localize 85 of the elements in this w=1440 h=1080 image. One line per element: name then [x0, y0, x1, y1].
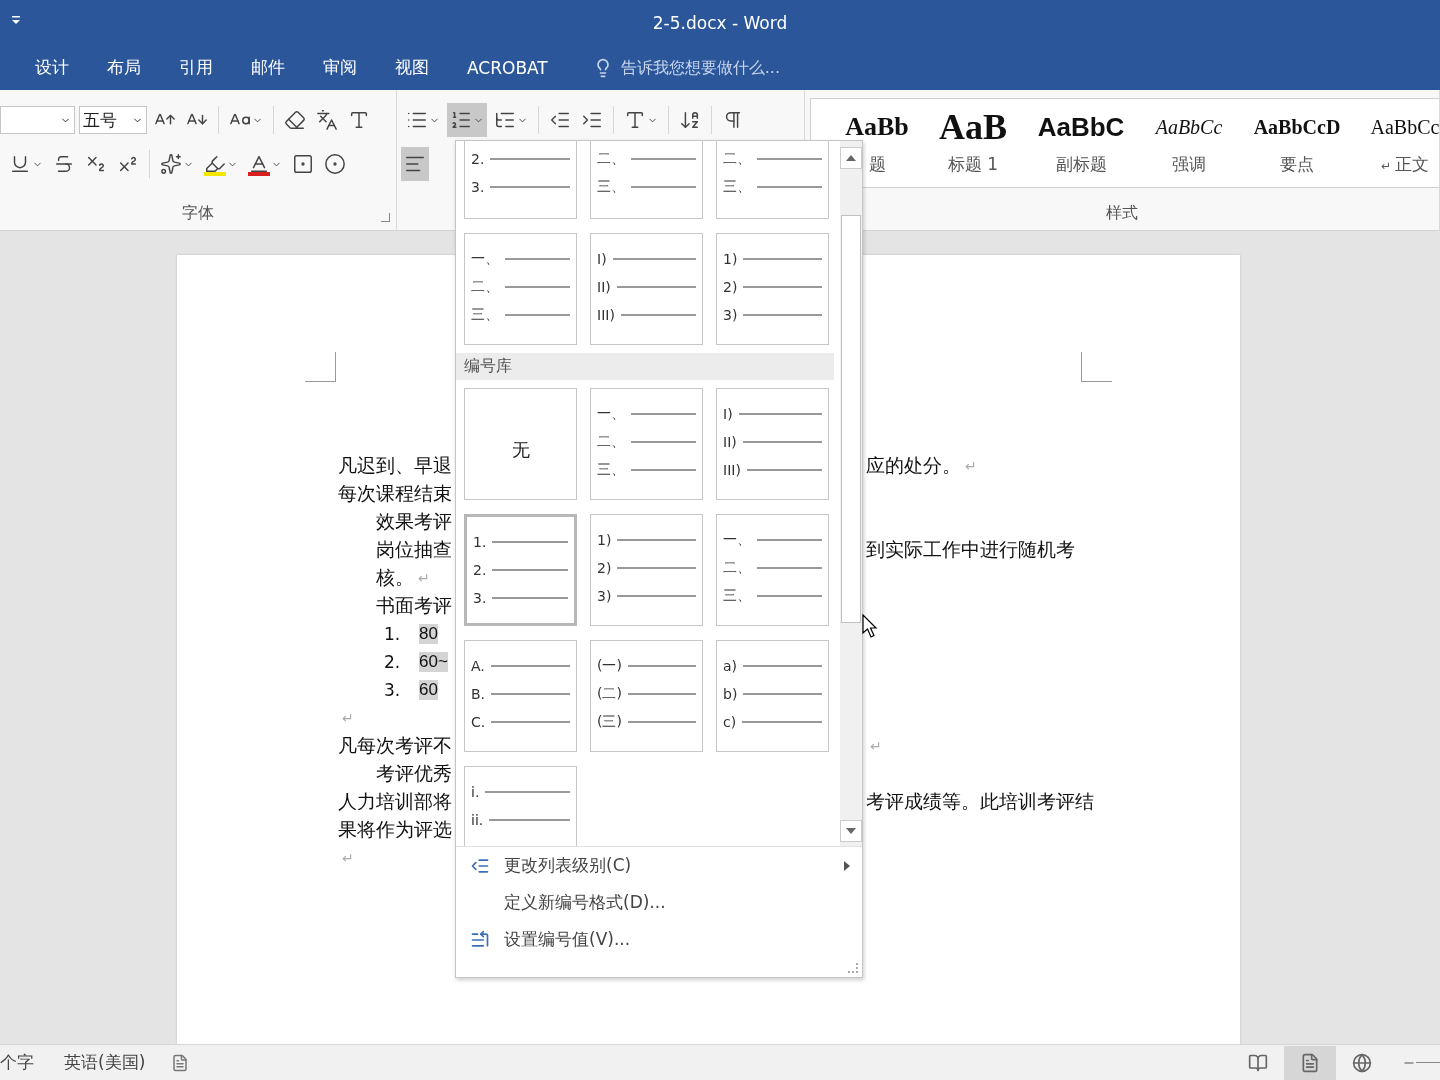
document-text: 考评成绩等。此培训考评结	[866, 790, 1094, 814]
ribbon-tab[interactable]: ACROBAT	[448, 51, 567, 84]
sort-icon	[679, 109, 701, 131]
numbering-format-option[interactable]: i. ii.	[464, 766, 577, 846]
ribbon-tab[interactable]: 设计	[16, 50, 88, 85]
list-number: 2.	[384, 652, 402, 672]
document-text: 60	[419, 680, 438, 700]
phonetic-guide-icon	[316, 109, 338, 131]
resize-grip-icon[interactable]	[848, 963, 858, 973]
window-title: 2-5.docx - Word	[652, 12, 788, 33]
numbering-format-option[interactable]: 一、 二、 三、	[716, 514, 829, 626]
document-text: 每次课程结束	[338, 482, 452, 506]
underline-icon	[9, 153, 31, 175]
document-text: 书面考评	[376, 594, 452, 618]
document-text: 果将作为评选	[338, 818, 452, 842]
numbering-format-option[interactable]: 1) 2) 3)	[590, 514, 703, 626]
document-icon	[1300, 1052, 1320, 1073]
menu-item[interactable]: 定义新编号格式(D)...	[456, 884, 862, 921]
numbering-format-option[interactable]: 一、 二、 三、	[464, 233, 577, 345]
status-text: 个字	[0, 1051, 35, 1074]
font-size-field[interactable]: 五号	[79, 106, 147, 134]
strikethrough-icon	[53, 153, 75, 175]
paragraph-mark: ↵	[342, 850, 354, 866]
scroll-down-icon[interactable]	[840, 820, 862, 842]
numbered-list-button[interactable]	[447, 103, 487, 137]
group-title: 样式	[1106, 203, 1138, 224]
numbering-format-option[interactable]: 一、 二、 三、	[590, 388, 703, 500]
numbering-format-option[interactable]: A. B. C.	[464, 640, 577, 752]
document-text: 考评优秀	[376, 762, 452, 786]
document-text: 凡每次考评不	[338, 734, 452, 758]
tell-me-field[interactable]: 告诉我您想要做什么...	[618, 57, 813, 78]
style-option[interactable]: AaBbC 副标题	[1027, 99, 1135, 187]
numbering-format-option[interactable]: 1) 2) 3)	[716, 233, 829, 345]
document-text: 到实际工作中进行随机考	[866, 538, 1075, 562]
eraser-icon	[284, 109, 306, 131]
ribbon-tab[interactable]: 审阅	[304, 50, 376, 85]
numbering-format-option[interactable]: 2. 3.	[464, 141, 577, 219]
document-text: 80	[419, 624, 438, 644]
numbering-format-option[interactable]: I) II) III)	[716, 388, 829, 500]
numbering-format-option[interactable]: I) II) III)	[590, 233, 703, 345]
font-name-field[interactable]	[0, 106, 75, 134]
numbering-format-option[interactable]: (一) (二) (三)	[590, 640, 703, 752]
print-view-button[interactable]	[1284, 1045, 1336, 1080]
menu-item[interactable]: 更改列表级别(C)	[456, 847, 862, 884]
paragraph-mark: ↵	[342, 710, 354, 726]
section-header: 编号库	[456, 353, 834, 380]
document-text: 人力培训部将	[338, 790, 452, 814]
ribbon-tab[interactable]: 布局	[88, 50, 160, 85]
paragraph-mark: ↵	[870, 738, 882, 754]
document-text: 效果考评	[376, 510, 452, 534]
numbered-list-icon	[450, 109, 472, 131]
crop-mark-icon	[305, 352, 336, 382]
list-number: 3.	[384, 680, 402, 700]
style-option[interactable]: AaBbCc 强调	[1135, 99, 1243, 187]
numbering-format-option[interactable]: 无	[464, 388, 577, 500]
group-title: 字体	[182, 203, 214, 224]
open-book-icon	[1248, 1052, 1268, 1073]
status-text: 英语(美国)	[63, 1051, 147, 1074]
style-option[interactable]: AaB 标题 1	[919, 99, 1027, 187]
numbering-format-option[interactable]: 二、 三、	[590, 141, 703, 219]
document-text: 应的处分。	[866, 454, 961, 478]
globe-icon	[1352, 1052, 1372, 1073]
scroll-up-icon[interactable]	[840, 147, 862, 169]
list-number: 1.	[384, 624, 402, 644]
document-text: 60~	[419, 652, 448, 672]
style-option[interactable]: AaBbCc ↵ 正文	[1351, 99, 1439, 187]
align-left-button[interactable]	[401, 147, 429, 181]
document-text: 核。	[376, 566, 414, 590]
numbering-format-option[interactable]: 1. 2. 3.	[464, 514, 577, 626]
text-effects-icon	[160, 153, 182, 175]
ribbon-tab[interactable]: 视图	[376, 50, 448, 85]
numbering-format-option[interactable]: 二、 三、	[716, 141, 829, 219]
menu-item[interactable]: 设置编号值(V)...	[456, 921, 862, 958]
crop-mark-icon	[1081, 352, 1112, 382]
dialog-launcher-icon[interactable]	[381, 213, 390, 222]
style-option[interactable]: AaBbCcD 要点	[1243, 99, 1351, 187]
numbering-format-option[interactable]: a) b) c)	[716, 640, 829, 752]
document-text: 凡迟到、早退	[338, 454, 452, 478]
scroll-thumb[interactable]	[841, 215, 861, 623]
ribbon-tab[interactable]: 引用	[160, 50, 232, 85]
document-text: 岗位抽查	[376, 538, 452, 562]
paragraph-mark: ↵	[418, 570, 430, 586]
paragraph-mark: ↵	[965, 458, 977, 474]
scrollbar[interactable]	[840, 141, 862, 846]
ribbon-tab[interactable]: 邮件	[232, 50, 304, 85]
